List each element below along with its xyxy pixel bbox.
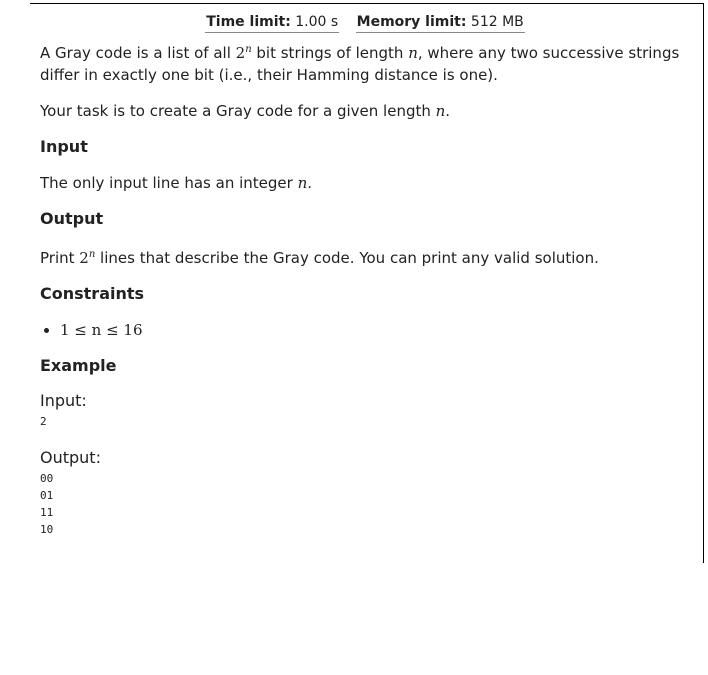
example-input: 2 [40, 415, 47, 428]
example-output-label: Output: [40, 448, 101, 467]
input-text: The only input line has an integer n. [40, 174, 313, 192]
limits-bar: Time limit: 1.00 s Memory limit: 512 MB [40, 14, 690, 33]
constraint-item: 1 ≤ n ≤ 16 [60, 319, 690, 341]
memory-limit: Memory limit: 512 MB [355, 14, 525, 33]
constraints-list: 1 ≤ n ≤ 16 [40, 319, 690, 341]
intro-paragraph: A Gray code is a list of all 2n bit stri… [40, 44, 680, 84]
example-output: 00 01 11 10 [40, 472, 54, 536]
example-input-label: Input: [40, 391, 87, 410]
output-heading: Output [40, 209, 104, 228]
time-limit: Time limit: 1.00 s [205, 14, 340, 33]
example-heading: Example [40, 356, 117, 375]
constraints-heading: Constraints [40, 284, 145, 303]
problem-statement: Time limit: 1.00 s Memory limit: 512 MB … [40, 14, 690, 556]
task-paragraph: Your task is to create a Gray code for a… [40, 102, 451, 120]
output-text: Print 2n lines that describe the Gray co… [40, 249, 599, 267]
input-heading: Input [40, 137, 88, 156]
